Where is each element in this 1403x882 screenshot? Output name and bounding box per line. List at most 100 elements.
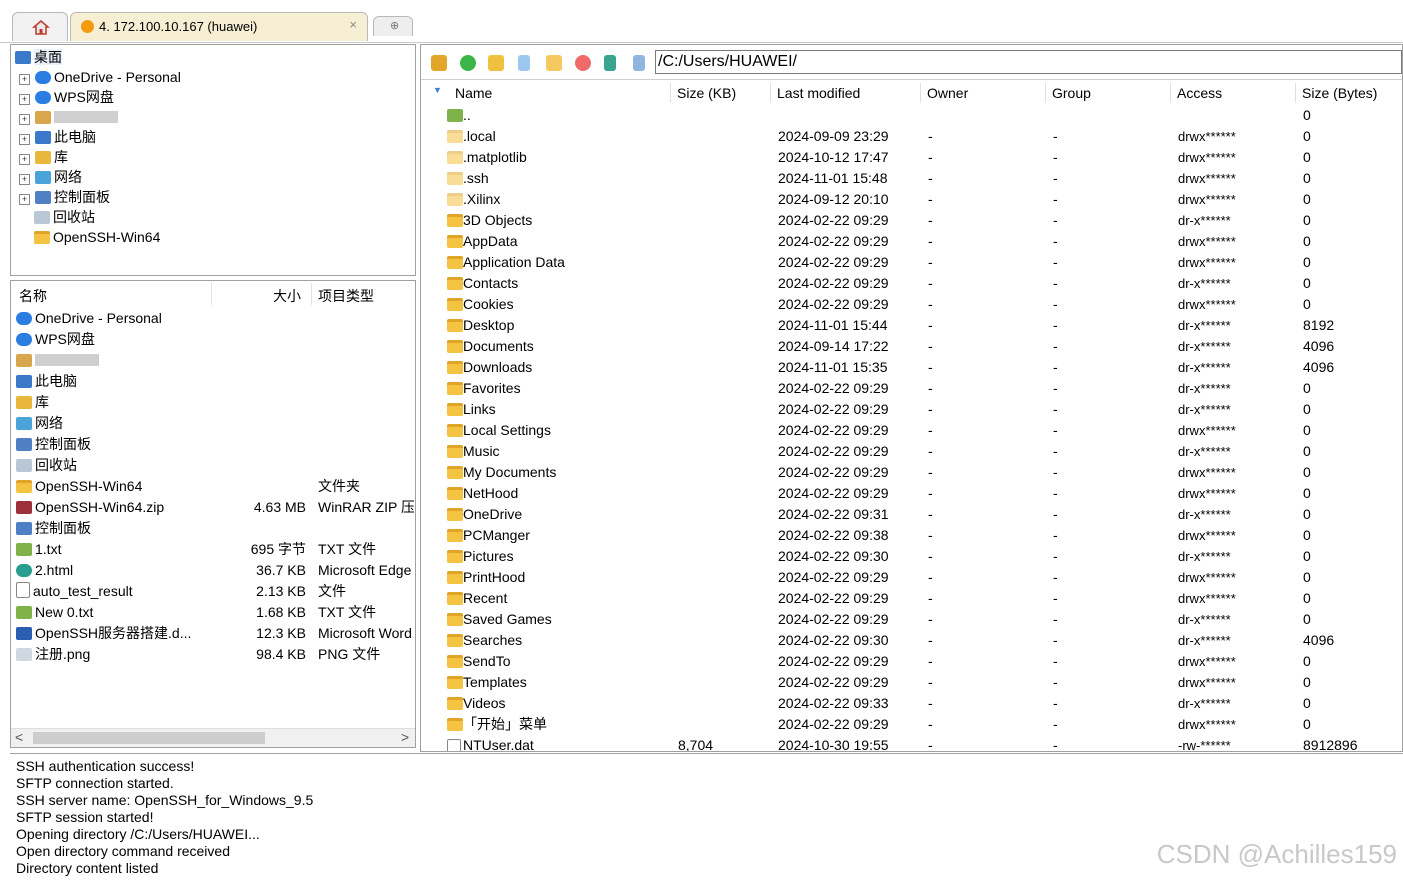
local-file-list[interactable]: 名称 大小 项目类型 OneDrive - Personal WPS网盘此电脑库网… bbox=[10, 280, 416, 748]
scroll-left-button[interactable]: < bbox=[15, 729, 23, 745]
home-tab[interactable] bbox=[12, 12, 68, 41]
local-file-row[interactable]: 网络 bbox=[16, 413, 414, 433]
remote-size-bytes: 0 bbox=[1303, 443, 1311, 459]
remote-file-row[interactable]: My Documents 2024-02-22 09:29 - - drwx******… bbox=[421, 462, 1402, 483]
remote-file-row[interactable]: Application Data 2024-02-22 09:29 - - drwx**… bbox=[421, 252, 1402, 273]
local-file-row[interactable]: 1.txt 695 字节 TXT 文件 bbox=[16, 539, 414, 559]
expand-toggle-icon[interactable]: + bbox=[19, 174, 30, 185]
local-file-row[interactable]: WPS网盘 bbox=[16, 329, 414, 349]
delete-icon[interactable] bbox=[575, 55, 591, 71]
column-type-header[interactable]: 项目类型 bbox=[318, 286, 374, 306]
upload-icon[interactable] bbox=[604, 55, 616, 71]
column-name-header[interactable]: 名称 bbox=[19, 286, 47, 306]
column-group-header[interactable]: Group bbox=[1046, 83, 1171, 103]
remote-file-row[interactable]: NetHood 2024-02-22 09:29 - - drwx****** 0 bbox=[421, 483, 1402, 504]
local-file-row[interactable]: auto_test_result 2.13 KB 文件 bbox=[16, 581, 414, 601]
download-icon[interactable] bbox=[633, 55, 645, 71]
remote-file-row[interactable]: Saved Games 2024-02-22 09:29 - - dr-x****** 0 bbox=[421, 609, 1402, 630]
horizontal-scrollbar[interactable]: < > bbox=[11, 728, 415, 747]
local-file-row[interactable] bbox=[16, 350, 414, 370]
remote-file-row[interactable]: .matplotlib 2024-10-12 17:47 - - drwx****** 0 bbox=[421, 147, 1402, 168]
remote-file-row[interactable]: NTUser.dat 8,704 2024-10-30 19:55 - - -rw-***… bbox=[421, 735, 1402, 751]
remote-file-row[interactable]: AppData 2024-02-22 09:29 - - drwx****** 0 bbox=[421, 231, 1402, 252]
remote-file-row[interactable]: PCManger 2024-02-22 09:38 - - drwx****** 0 bbox=[421, 525, 1402, 546]
remote-file-row[interactable]: Searches 2024-02-22 09:30 - - dr-x****** 4096 bbox=[421, 630, 1402, 651]
remote-file-row[interactable]: Pictures 2024-02-22 09:30 - - dr-x****** 0 bbox=[421, 546, 1402, 567]
tree-item[interactable]: + 网络 bbox=[19, 167, 82, 187]
expand-toggle-icon[interactable]: + bbox=[19, 94, 30, 105]
tree-item[interactable]: 回收站 bbox=[19, 207, 95, 227]
remote-access: dr-x****** bbox=[1178, 318, 1231, 333]
remote-path-input[interactable] bbox=[655, 50, 1402, 74]
remote-file-panel[interactable]: ▼ Name Size (KB) Last modified Owner Gro… bbox=[420, 44, 1403, 752]
local-folder-tree[interactable]: 桌面 + OneDrive - Personal + WPS网盘 + + 此电脑 + 库 + 网络 + 控… bbox=[10, 44, 416, 276]
local-file-row[interactable]: 控制面板 bbox=[16, 518, 414, 538]
remote-file-row[interactable]: 3D Objects 2024-02-22 09:29 - - dr-x****** 0 bbox=[421, 210, 1402, 231]
scroll-thumb[interactable] bbox=[33, 732, 265, 744]
column-size-header[interactable]: 大小 bbox=[273, 286, 301, 306]
tree-item[interactable]: + 此电脑 bbox=[19, 127, 96, 147]
remote-file-row[interactable]: .Xilinx 2024-09-12 20:10 - - drwx****** 0 bbox=[421, 189, 1402, 210]
remote-file-row[interactable]: Recent 2024-02-22 09:29 - - drwx****** 0 bbox=[421, 588, 1402, 609]
close-tab-button[interactable]: × bbox=[349, 17, 357, 32]
remote-file-row[interactable]: 「开始」菜单 2024-02-22 09:29 - - drwx****** 0 bbox=[421, 714, 1402, 735]
new-tab-button[interactable]: ⊕ bbox=[373, 16, 413, 36]
expand-toggle-icon[interactable]: + bbox=[19, 134, 30, 145]
column-size-bytes-header[interactable]: Size (Bytes) bbox=[1296, 83, 1402, 103]
column-access-header[interactable]: Access bbox=[1171, 83, 1296, 103]
remote-file-row[interactable]: Local Settings 2024-02-22 09:29 - - drwx****… bbox=[421, 420, 1402, 441]
local-file-row[interactable]: 此电脑 bbox=[16, 371, 414, 391]
remote-file-row[interactable]: .. 0 bbox=[421, 105, 1402, 126]
remote-file-row[interactable]: .local 2024-09-09 23:29 - - drwx****** 0 bbox=[421, 126, 1402, 147]
refresh-icon[interactable] bbox=[460, 55, 476, 71]
remote-file-row[interactable]: .ssh 2024-11-01 15:48 - - drwx****** 0 bbox=[421, 168, 1402, 189]
column-owner-header[interactable]: Owner bbox=[921, 83, 1046, 103]
remote-size-bytes: 0 bbox=[1303, 296, 1311, 312]
expand-toggle-icon[interactable]: + bbox=[19, 154, 30, 165]
new-file-icon[interactable] bbox=[518, 55, 530, 71]
remote-file-row[interactable]: SendTo 2024-02-22 09:29 - - drwx****** 0 bbox=[421, 651, 1402, 672]
file-type: TXT 文件 bbox=[318, 541, 377, 557]
remote-file-row[interactable]: Videos 2024-02-22 09:33 - - dr-x****** 0 bbox=[421, 693, 1402, 714]
remote-file-row[interactable]: PrintHood 2024-02-22 09:29 - - drwx****** 0 bbox=[421, 567, 1402, 588]
remote-file-row[interactable]: Contacts 2024-02-22 09:29 - - dr-x****** 0 bbox=[421, 273, 1402, 294]
remote-file-row[interactable]: OneDrive 2024-02-22 09:31 - - dr-x****** 0 bbox=[421, 504, 1402, 525]
log-console[interactable]: SSH authentication success! SFTP connecti… bbox=[10, 753, 1403, 882]
expand-toggle-icon[interactable]: + bbox=[19, 194, 30, 205]
parent-dir-icon[interactable] bbox=[431, 55, 447, 71]
tree-item[interactable]: + 控制面板 bbox=[19, 187, 110, 207]
tree-item[interactable]: + WPS网盘 bbox=[19, 87, 114, 107]
column-name-header[interactable]: Name bbox=[449, 83, 671, 103]
local-file-row[interactable]: OneDrive - Personal bbox=[16, 308, 414, 328]
remote-file-row[interactable]: Music 2024-02-22 09:29 - - dr-x****** 0 bbox=[421, 441, 1402, 462]
local-file-row[interactable]: 控制面板 bbox=[16, 434, 414, 454]
local-file-row[interactable]: OpenSSH服务器搭建.d... 12.3 KB Microsoft Word bbox=[16, 623, 414, 643]
tree-item[interactable]: + bbox=[19, 107, 118, 127]
column-modified-header[interactable]: Last modified bbox=[771, 83, 921, 103]
remote-file-row[interactable]: Links 2024-02-22 09:29 - - dr-x****** 0 bbox=[421, 399, 1402, 420]
remote-file-row[interactable]: Favorites 2024-02-22 09:29 - - dr-x****** 0 bbox=[421, 378, 1402, 399]
remote-file-row[interactable]: Templates 2024-02-22 09:29 - - drwx****** 0 bbox=[421, 672, 1402, 693]
local-file-row[interactable]: New 0.txt 1.68 KB TXT 文件 bbox=[16, 602, 414, 622]
column-size-kb-header[interactable]: Size (KB) bbox=[671, 83, 771, 103]
remote-file-row[interactable]: Desktop 2024-11-01 15:44 - - dr-x****** 8192 bbox=[421, 315, 1402, 336]
local-file-row[interactable]: OpenSSH-Win64 文件夹 bbox=[16, 476, 414, 496]
tree-item[interactable]: + OneDrive - Personal bbox=[19, 67, 181, 87]
local-file-row[interactable]: 2.html 36.7 KB Microsoft Edge bbox=[16, 560, 414, 580]
open-folder-icon[interactable] bbox=[546, 55, 562, 71]
local-file-row[interactable]: 库 bbox=[16, 392, 414, 412]
remote-file-row[interactable]: Cookies 2024-02-22 09:29 - - drwx****** 0 bbox=[421, 294, 1402, 315]
expand-toggle-icon[interactable]: + bbox=[19, 114, 30, 125]
remote-file-row[interactable]: Downloads 2024-11-01 15:35 - - dr-x****** 409… bbox=[421, 357, 1402, 378]
scroll-right-button[interactable]: > bbox=[401, 729, 409, 745]
remote-file-row[interactable]: Documents 2024-09-14 17:22 - - dr-x****** 409… bbox=[421, 336, 1402, 357]
local-file-row[interactable]: 注册.png 98.4 KB PNG 文件 bbox=[16, 644, 414, 664]
expand-toggle-icon[interactable]: + bbox=[19, 74, 30, 85]
tree-item[interactable]: + 库 bbox=[19, 147, 68, 167]
local-file-row[interactable]: OpenSSH-Win64.zip 4.63 MB WinRAR ZIP 压 bbox=[16, 497, 414, 517]
tree-item[interactable]: OpenSSH-Win64 bbox=[19, 227, 160, 247]
session-tab[interactable]: 4. 172.100.10.167 (huawei) × bbox=[70, 12, 368, 41]
new-folder-icon[interactable] bbox=[488, 55, 504, 71]
tree-item[interactable]: 桌面 bbox=[15, 47, 62, 67]
local-file-row[interactable]: 回收站 bbox=[16, 455, 414, 475]
